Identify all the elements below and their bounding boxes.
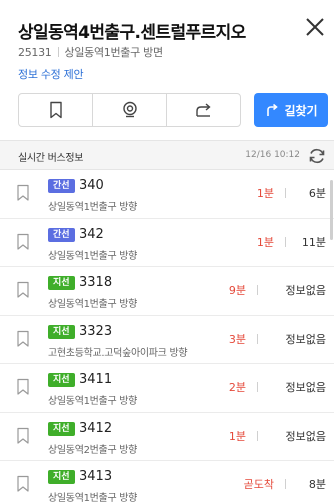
action-buttons (18, 93, 241, 127)
refresh-icon (309, 148, 325, 164)
second-arrival: 8분 (308, 478, 326, 491)
edit-suggestion-link[interactable]: 정보 수정 제안 (18, 66, 84, 82)
bookmark-icon (49, 101, 62, 119)
bus-type-badge: 지선 (48, 421, 75, 436)
favorite-button[interactable] (16, 281, 30, 299)
bus-type-badge: 간선 (48, 179, 75, 193)
bus-direction: 상일동역1번출구 방향 (48, 202, 138, 213)
favorite-button[interactable] (16, 233, 30, 251)
save-button[interactable] (19, 94, 92, 126)
second-arrival: 정보없음 (285, 429, 326, 443)
bus-row[interactable]: 지선 3318 상일동역1번출구 방향 9분 정보없음 (0, 267, 334, 316)
favorite-button[interactable] (16, 330, 30, 348)
refresh-button[interactable] (306, 145, 328, 167)
bus-number[interactable]: 340 (79, 178, 104, 193)
second-arrival: 정보없음 (285, 284, 326, 297)
bus-number[interactable]: 3323 (79, 324, 112, 339)
bookmark-icon (17, 233, 29, 250)
bookmark-icon (17, 378, 29, 395)
bus-number[interactable]: 342 (79, 227, 104, 242)
stop-header: 상일동역4번출구.센트럴푸르지오 25131 상일동역1번출구 방면 정보 수정 … (0, 0, 334, 140)
bus-row[interactable]: 지선 3412 상일동역2번출구 방향 1분 정보없음 (0, 413, 334, 461)
share-icon (195, 103, 211, 117)
bus-direction: 상일동역2번출구 방향 (48, 444, 138, 456)
second-arrival: 정보없음 (285, 381, 326, 394)
bus-type-badge: 지선 (48, 324, 75, 339)
divider (257, 333, 258, 344)
bus-list: 간선 340 상일동역1번출구 방향 1분 6분 간선 342 상일동역1번출구… (0, 170, 334, 504)
streetview-icon (122, 101, 137, 118)
bookmark-icon (17, 427, 29, 444)
bus-direction: 상일동역1번출구 방향 (48, 396, 138, 407)
bus-row[interactable]: 간선 342 상일동역1번출구 방향 1분 11분 (0, 219, 334, 267)
first-arrival: 1분 (256, 187, 274, 200)
divider (285, 188, 286, 198)
page-title: 상일동역4번출구.센트럴푸르지오 (18, 23, 246, 43)
bus-number[interactable]: 3412 (79, 421, 112, 436)
close-button[interactable] (302, 14, 328, 40)
bus-row[interactable]: 간선 340 상일동역1번출구 방향 1분 6분 (0, 170, 334, 219)
stop-info: 25131 상일동역1번출구 방면 (18, 44, 163, 60)
bus-direction: 고현초등학교.고덕숲아이파크 방향 (48, 347, 188, 359)
bus-number[interactable]: 3318 (79, 275, 112, 290)
streetview-button[interactable] (92, 94, 166, 126)
first-arrival: 1분 (228, 429, 246, 443)
share-button[interactable] (166, 94, 240, 126)
divider (57, 47, 59, 57)
bus-type-badge: 지선 (48, 276, 75, 290)
stop-id: 25131 (18, 46, 52, 59)
second-arrival: 6분 (308, 187, 326, 200)
scrollbar[interactable] (330, 180, 333, 240)
favorite-button[interactable] (16, 427, 30, 445)
first-arrival: 1분 (256, 235, 274, 249)
divider (257, 285, 258, 295)
divider (257, 382, 258, 392)
bus-type-badge: 간선 (48, 227, 75, 242)
stop-direction: 상일동역1번출구 방면 (64, 46, 164, 59)
divider (285, 236, 286, 247)
directions-label: 길찾기 (284, 103, 318, 118)
bus-type-badge: 지선 (48, 470, 75, 484)
bookmark-icon (17, 330, 29, 347)
directions-button[interactable]: 길찾기 (254, 93, 328, 127)
bookmark-icon (17, 184, 29, 201)
bus-direction: 상일동역1번출구 방향 (48, 493, 138, 504)
bus-row[interactable]: 지선 3411 상일동역1번출구 방향 2분 정보없음 (0, 364, 334, 413)
first-arrival: 곧도착 (243, 478, 274, 491)
bus-direction: 상일동역1번출구 방향 (48, 299, 138, 310)
section-title: 실시간 버스정보 (18, 153, 84, 164)
favorite-button[interactable] (16, 184, 30, 202)
bookmark-icon (17, 475, 29, 492)
second-arrival: 정보없음 (285, 332, 326, 346)
first-arrival: 2분 (228, 381, 246, 394)
bus-number[interactable]: 3413 (79, 469, 112, 484)
second-arrival: 11분 (301, 235, 326, 249)
divider (257, 430, 258, 441)
first-arrival: 3분 (228, 332, 246, 346)
realtime-bus-header: 실시간 버스정보 12/16 10:12 (0, 140, 334, 170)
favorite-button[interactable] (16, 378, 30, 396)
divider (285, 479, 286, 489)
bookmark-icon (17, 281, 29, 298)
close-icon (306, 18, 324, 36)
update-timestamp: 12/16 10:12 (245, 150, 300, 160)
route-icon (267, 103, 279, 116)
bus-type-badge: 지선 (48, 373, 75, 387)
bus-row[interactable]: 지선 3413 상일동역1번출구 방향 곧도착 8분 (0, 461, 334, 504)
first-arrival: 9분 (228, 284, 246, 297)
favorite-button[interactable] (16, 475, 30, 493)
bus-number[interactable]: 3411 (79, 372, 112, 387)
bus-direction: 상일동역1번출구 방향 (48, 250, 138, 262)
bus-row[interactable]: 지선 3323 고현초등학교.고덕숲아이파크 방향 3분 정보없음 (0, 316, 334, 364)
